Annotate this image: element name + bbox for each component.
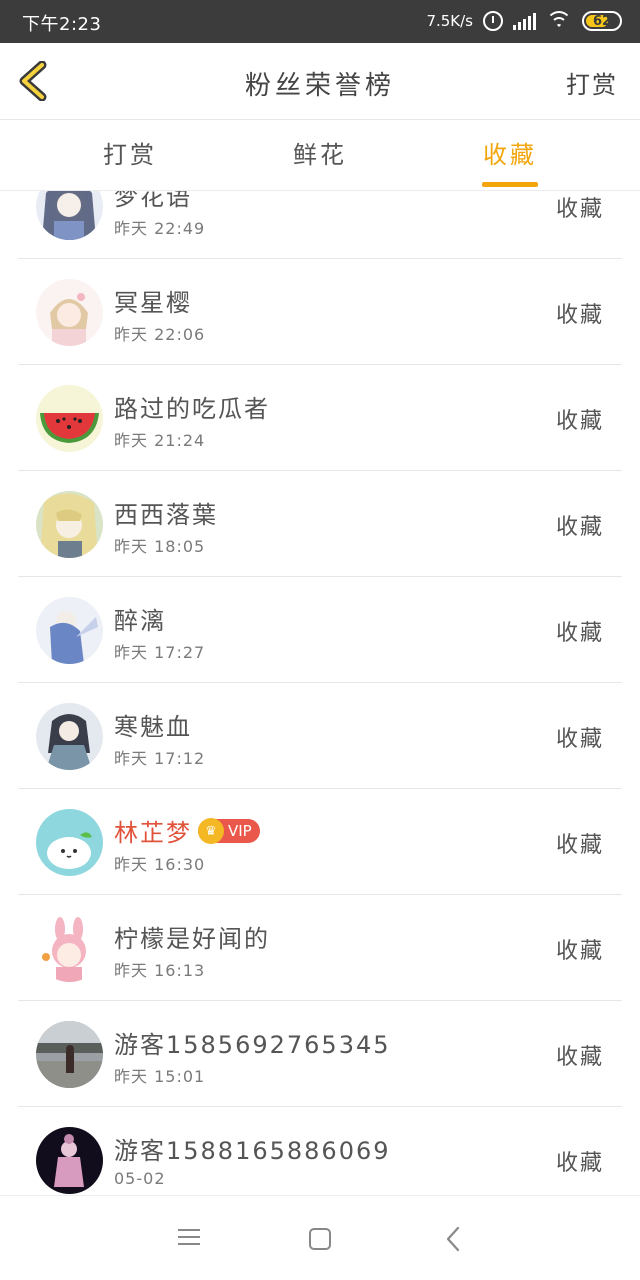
user-name[interactable]: 冥星樱 <box>114 283 192 318</box>
back-icon[interactable] <box>442 1224 472 1254</box>
vip-badge: ♛ VIP <box>198 818 260 844</box>
favorite-time: 昨天 16:30 <box>114 855 206 874</box>
battery-icon: 62 <box>582 11 622 31</box>
favorite-time: 昨天 17:12 <box>114 749 206 768</box>
favorite-time: 昨天 22:06 <box>114 325 206 344</box>
list-item[interactable]: 路过的吃瓜者 昨天 21:24 收藏 <box>0 365 640 471</box>
user-name-text: 林芷梦 <box>114 819 192 847</box>
action-label: 收藏 <box>555 621 604 646</box>
tab-flowers[interactable]: 鲜花 <box>260 121 380 191</box>
system-nav-bar <box>0 1195 640 1280</box>
list-item[interactable]: 西西落葉 昨天 18:05 收藏 <box>0 471 640 577</box>
list-item[interactable]: 冥星樱 昨天 22:06 收藏 <box>0 259 640 365</box>
avatar[interactable] <box>36 1021 103 1088</box>
action-label: 收藏 <box>555 939 604 964</box>
avatar[interactable] <box>36 1127 103 1194</box>
user-name[interactable]: 西西落葉 <box>114 495 218 530</box>
reward-button[interactable]: 打赏 <box>566 65 618 100</box>
tab-favorites[interactable]: 收藏 <box>450 121 570 191</box>
status-icons: 7.5K/s 62 <box>426 8 622 34</box>
action-label: 收藏 <box>555 303 604 328</box>
avatar[interactable] <box>36 385 103 452</box>
list-item[interactable]: 游客1585692765345 昨天 15:01 收藏 <box>0 1001 640 1107</box>
favorite-time: 昨天 17:27 <box>114 643 206 662</box>
action-label: 收藏 <box>555 727 604 752</box>
signal-icon <box>513 12 536 30</box>
action-label: 收藏 <box>555 1045 604 1070</box>
action-label: 收藏 <box>555 515 604 540</box>
list-item[interactable]: 寒魅血 昨天 17:12 收藏 <box>0 683 640 789</box>
list-item[interactable]: 梦花语 昨天 22:49 收藏 <box>0 191 640 259</box>
tab-bar: 打赏 鲜花 收藏 <box>0 121 640 191</box>
status-bar: 下午2:23 7.5K/s 62 <box>0 0 640 43</box>
avatar[interactable] <box>36 915 103 982</box>
action-label: 收藏 <box>555 409 604 434</box>
home-icon[interactable] <box>309 1228 331 1250</box>
page-title: 粉丝荣誉榜 <box>244 71 395 101</box>
list-item[interactable]: 醉漓 昨天 17:27 收藏 <box>0 577 640 683</box>
avatar[interactable] <box>36 809 103 876</box>
avatar[interactable] <box>36 597 103 664</box>
action-label: 收藏 <box>555 833 604 858</box>
user-name[interactable]: 路过的吃瓜者 <box>114 389 270 424</box>
user-name[interactable]: 游客1585692765345 <box>114 1025 391 1060</box>
favorite-time: 昨天 21:24 <box>114 431 206 450</box>
favorite-time: 昨天 15:01 <box>114 1067 206 1086</box>
avatar[interactable] <box>36 703 103 770</box>
tab-label: 鲜花 <box>293 141 347 169</box>
status-time: 下午2:23 <box>22 14 102 35</box>
app-header: 粉丝荣誉榜 打赏 <box>0 43 640 120</box>
list-item[interactable]: 柠檬是好闻的 昨天 16:13 收藏 <box>0 895 640 1001</box>
user-name[interactable]: 寒魅血 <box>114 707 192 742</box>
user-name[interactable]: 柠檬是好闻的 <box>114 919 270 954</box>
favorite-time: 昨天 18:05 <box>114 537 206 556</box>
avatar[interactable] <box>36 279 103 346</box>
action-label: 收藏 <box>555 197 604 222</box>
vip-label: VIP <box>228 822 252 840</box>
tab-reward[interactable]: 打赏 <box>70 121 190 191</box>
network-speed: 7.5K/s <box>426 12 473 30</box>
avatar[interactable] <box>36 191 103 240</box>
battery-level: 62 <box>592 13 612 29</box>
favorite-time: 昨天 16:13 <box>114 961 206 980</box>
user-name[interactable]: 游客1588165886069 <box>114 1131 391 1166</box>
favorite-time: 昨天 22:49 <box>114 219 206 238</box>
action-label: 收藏 <box>555 1151 604 1176</box>
favorite-time: 05-02 <box>114 1169 166 1188</box>
list-item[interactable]: 林芷梦 ♛ VIP 昨天 16:30 收藏 <box>0 789 640 895</box>
user-name[interactable]: 梦花语 <box>114 191 192 212</box>
wifi-icon <box>546 11 572 31</box>
tab-label: 收藏 <box>483 141 537 169</box>
avatar[interactable] <box>36 491 103 558</box>
tab-label: 打赏 <box>103 141 157 169</box>
user-name[interactable]: 林芷梦 ♛ VIP <box>114 813 260 848</box>
user-name[interactable]: 醉漓 <box>114 601 166 636</box>
menu-icon[interactable] <box>174 1224 204 1254</box>
fan-list[interactable]: 梦花语 昨天 22:49 收藏 冥星樱 昨天 22:06 收藏 路过的吃瓜者 昨… <box>0 191 640 1195</box>
crown-icon: ♛ <box>198 818 224 844</box>
tab-active-indicator <box>482 182 538 187</box>
alarm-icon <box>483 11 503 31</box>
list-item[interactable]: 游客1588165886069 05-02 收藏 <box>0 1107 640 1195</box>
